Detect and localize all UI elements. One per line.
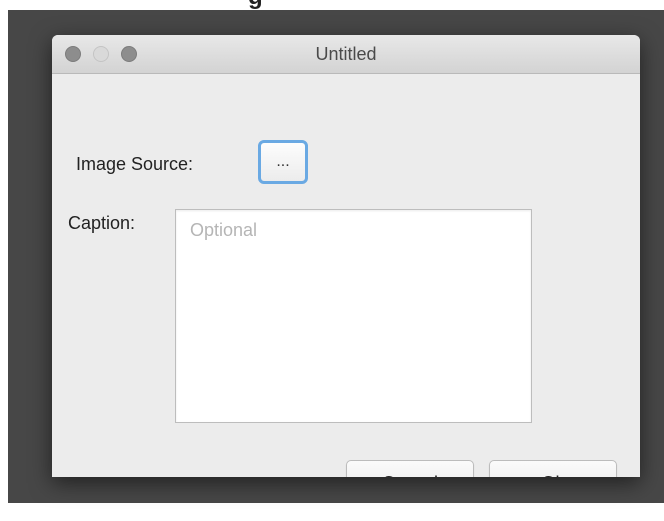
top-strip: g <box>0 0 664 10</box>
browse-image-button[interactable]: ... <box>258 140 308 184</box>
image-source-label: Image Source: <box>76 154 194 174</box>
title-bar[interactable]: Untitled <box>52 35 640 74</box>
ok-button[interactable]: Ok <box>489 460 617 477</box>
dialog-window: Untitled Image Source: ... Caption: Canc… <box>52 35 640 477</box>
caption-input[interactable] <box>175 209 532 423</box>
partial-heading-text: g <box>248 0 263 10</box>
window-title: Untitled <box>315 44 377 64</box>
caption-label: Caption: <box>68 213 136 233</box>
cancel-button[interactable]: Cancel <box>346 460 474 477</box>
dialog-content: Image Source: ... Caption: Cancel Ok <box>52 74 640 477</box>
bottom-strip <box>0 503 664 521</box>
